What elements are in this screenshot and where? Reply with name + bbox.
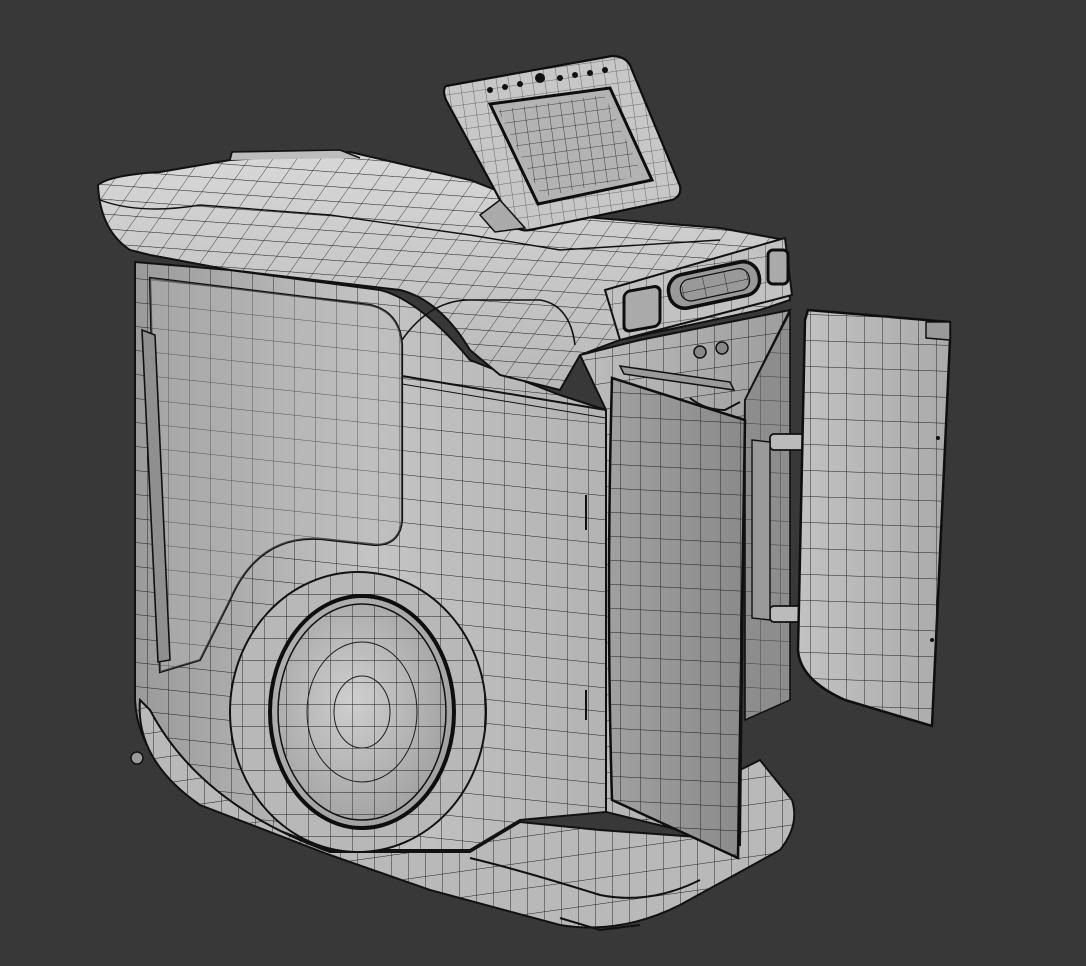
door-outer xyxy=(796,308,952,728)
wireframe-model xyxy=(96,54,952,932)
wheel xyxy=(229,571,487,853)
3d-viewport[interactable] xyxy=(0,0,1086,966)
door-inner xyxy=(607,365,747,860)
